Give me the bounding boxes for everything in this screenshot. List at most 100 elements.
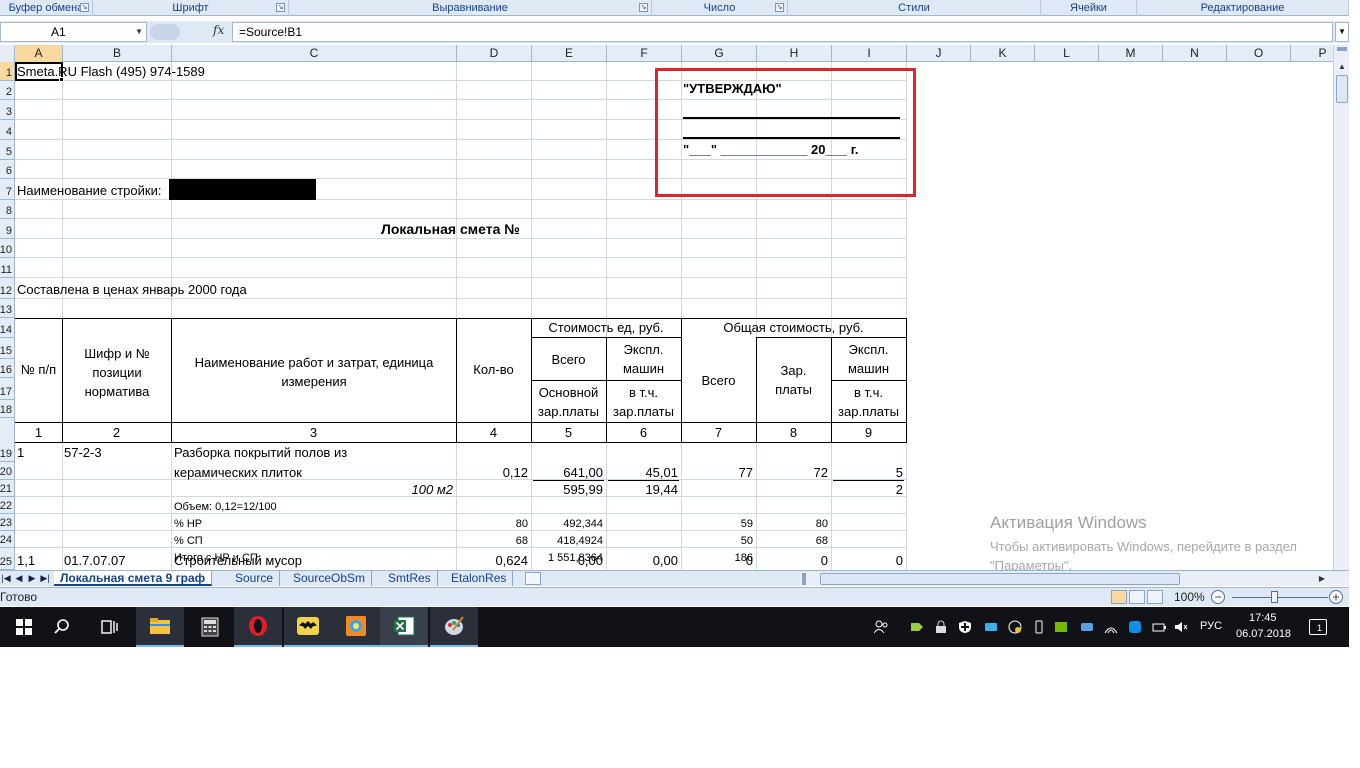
- split-handle[interactable]: [802, 573, 806, 585]
- taskbar-file-explorer[interactable]: [136, 607, 184, 647]
- row-header[interactable]: 24: [0, 531, 15, 548]
- row-header[interactable]: 10: [0, 239, 15, 258]
- column-header-o[interactable]: O: [1227, 45, 1291, 62]
- column-header-k[interactable]: K: [971, 45, 1035, 62]
- page-break-view-icon[interactable]: [1147, 590, 1163, 604]
- row-header[interactable]: 2: [0, 81, 15, 100]
- battery-icon[interactable]: [1152, 620, 1166, 634]
- taskbar-batman-app[interactable]: [284, 607, 332, 647]
- formula-input[interactable]: =Source!B1: [232, 22, 1333, 42]
- row-header[interactable]: 7: [0, 179, 15, 200]
- row-header[interactable]: 1: [0, 62, 15, 81]
- row-header[interactable]: 3: [0, 100, 15, 120]
- column-header-d[interactable]: D: [457, 45, 532, 62]
- dialog-launcher-icon[interactable]: ↘: [276, 3, 285, 12]
- dialog-launcher-icon[interactable]: ↘: [80, 3, 89, 12]
- tab-source[interactable]: Source: [229, 571, 281, 586]
- teamviewer-icon[interactable]: [1128, 620, 1142, 634]
- row-header[interactable]: 18: [0, 400, 15, 418]
- clock-time[interactable]: 17:45: [1249, 612, 1277, 624]
- chevron-down-icon[interactable]: ▼: [135, 23, 143, 41]
- worksheet-grid[interactable]: A B C D E F G H I J K L M N O P 1 2 3 4 …: [0, 45, 1333, 570]
- column-header-b[interactable]: B: [63, 45, 172, 62]
- select-all-corner[interactable]: [0, 45, 15, 62]
- expand-formula-bar-icon[interactable]: ▼: [1335, 22, 1349, 42]
- keyboard-lock-icon[interactable]: [934, 620, 948, 634]
- page-layout-view-icon[interactable]: [1129, 590, 1145, 604]
- insert-sheet-icon[interactable]: [525, 572, 541, 585]
- row-header[interactable]: 21: [0, 480, 15, 497]
- column-header-j[interactable]: J: [907, 45, 971, 62]
- column-header-e[interactable]: E: [532, 45, 607, 62]
- action-center-button[interactable]: 1: [1309, 619, 1327, 635]
- row-header[interactable]: 25: [0, 548, 15, 570]
- next-sheet-icon[interactable]: ▶: [26, 571, 38, 586]
- row-header[interactable]: 16: [0, 359, 15, 378]
- row-header[interactable]: 13: [0, 299, 15, 318]
- row-header[interactable]: 23: [0, 514, 15, 531]
- zoom-slider[interactable]: [1232, 597, 1328, 598]
- network-card-icon[interactable]: [984, 620, 998, 634]
- language-indicator[interactable]: РУС: [1200, 620, 1222, 632]
- row-header[interactable]: 8: [0, 200, 15, 219]
- column-header-l[interactable]: L: [1035, 45, 1099, 62]
- app-tray-icon[interactable]: [910, 620, 924, 634]
- defender-icon[interactable]: [958, 620, 972, 634]
- row-header[interactable]: 19: [0, 418, 15, 462]
- column-header-a[interactable]: A: [15, 45, 63, 62]
- column-header-p[interactable]: P: [1291, 45, 1333, 62]
- dialog-launcher-icon[interactable]: ↘: [775, 3, 784, 12]
- tab-local-estimate[interactable]: Локальная смета 9 граф: [54, 571, 213, 586]
- row-header[interactable]: 11: [0, 258, 15, 278]
- cells-area[interactable]: Smeta.RU Flash (495) 974-1589 "УТВЕРЖДАЮ…: [15, 62, 1333, 570]
- row-header[interactable]: 14: [0, 318, 15, 338]
- last-sheet-icon[interactable]: ▶|: [39, 571, 51, 586]
- scroll-right-icon[interactable]: ▶: [1319, 572, 1325, 586]
- taskbar-paint-brush-app[interactable]: [430, 607, 478, 647]
- tab-etalonres[interactable]: EtalonRes: [445, 571, 514, 586]
- nvidia-icon[interactable]: [1054, 620, 1068, 634]
- insert-function-icon[interactable]: fx: [213, 23, 224, 37]
- vertical-scrollbar[interactable]: ▲: [1333, 45, 1349, 570]
- row-header[interactable]: 4: [0, 120, 15, 140]
- zoom-level[interactable]: 100%: [1174, 590, 1205, 604]
- column-header-m[interactable]: M: [1099, 45, 1163, 62]
- zoom-in-icon[interactable]: +: [1329, 590, 1343, 604]
- zoom-out-icon[interactable]: −: [1211, 590, 1225, 604]
- taskbar-opera[interactable]: [234, 607, 282, 647]
- row-header[interactable]: 12: [0, 278, 15, 299]
- tab-sourceobsm[interactable]: SourceObSm: [287, 571, 373, 586]
- taskbar-excel[interactable]: [380, 607, 428, 647]
- dialog-launcher-icon[interactable]: ↘: [639, 3, 648, 12]
- scroll-thumb[interactable]: [1336, 75, 1348, 103]
- row-header[interactable]: 22: [0, 497, 15, 514]
- first-sheet-icon[interactable]: |◀: [0, 571, 12, 586]
- row-header[interactable]: 9: [0, 219, 15, 239]
- scroll-thumb[interactable]: [820, 573, 1180, 585]
- people-icon[interactable]: [874, 620, 888, 634]
- name-box[interactable]: A1 ▼: [0, 22, 147, 42]
- task-view-button[interactable]: [86, 607, 134, 647]
- normal-view-icon[interactable]: [1111, 590, 1127, 604]
- wifi-icon[interactable]: [1080, 620, 1094, 634]
- taskbar-calculator[interactable]: [186, 607, 234, 647]
- row-header[interactable]: 6: [0, 160, 15, 179]
- zoom-slider-thumb[interactable]: [1271, 591, 1278, 603]
- scroll-up-icon[interactable]: ▲: [1336, 62, 1348, 74]
- signal-icon[interactable]: [1104, 620, 1118, 634]
- row-header[interactable]: 5: [0, 140, 15, 160]
- formula-bar-splitter[interactable]: [150, 24, 180, 40]
- horizontal-scrollbar[interactable]: ▶: [800, 572, 1349, 586]
- row-header[interactable]: 15: [0, 338, 15, 359]
- split-handle[interactable]: [1337, 47, 1347, 51]
- column-header-g[interactable]: G: [682, 45, 757, 62]
- search-button[interactable]: [38, 607, 86, 647]
- row-header[interactable]: 20: [0, 462, 15, 480]
- usb-icon[interactable]: [1032, 620, 1046, 634]
- column-header-n[interactable]: N: [1163, 45, 1227, 62]
- row-header[interactable]: 17: [0, 378, 15, 400]
- volume-icon[interactable]: [1174, 620, 1188, 634]
- column-header-c[interactable]: C: [172, 45, 457, 62]
- clock-date[interactable]: 06.07.2018: [1236, 628, 1291, 640]
- warning-icon[interactable]: [1008, 620, 1022, 634]
